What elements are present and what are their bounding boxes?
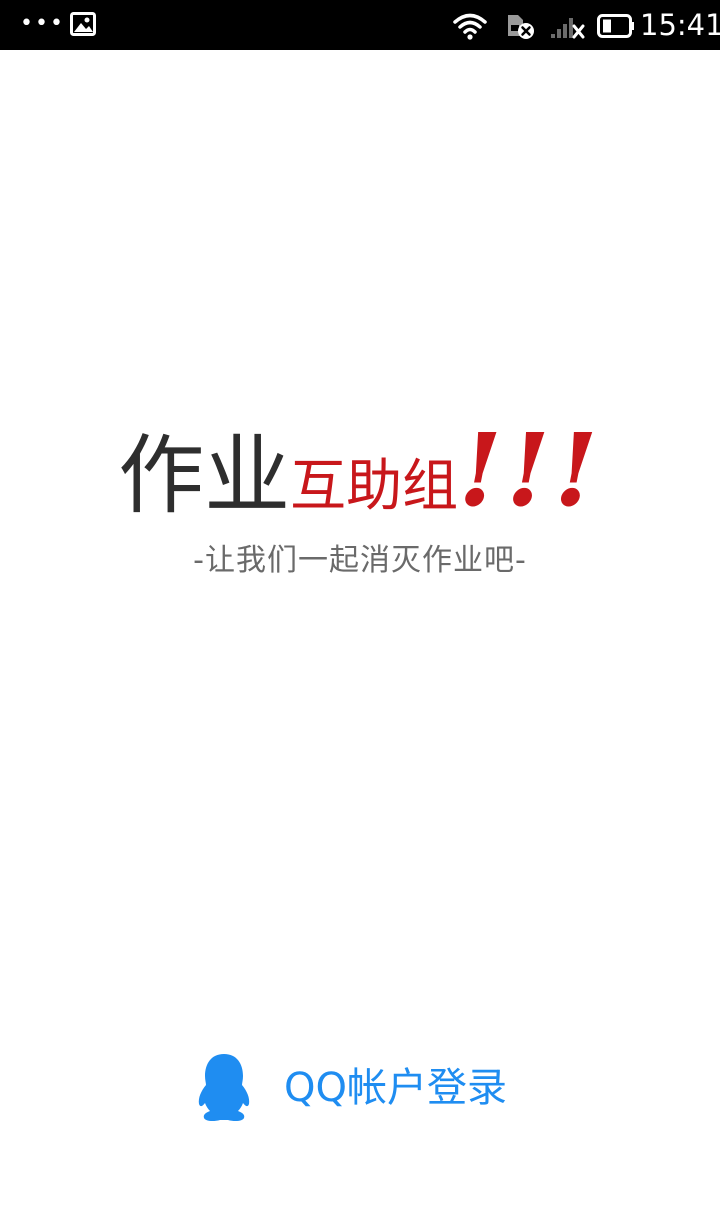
clock-time: 15:41	[640, 8, 720, 42]
logo-title-part1: 作业	[118, 426, 291, 526]
logo-title-part2: 互助组	[290, 454, 459, 519]
signal-no-service-icon	[551, 18, 585, 39]
wifi-icon	[453, 13, 487, 40]
app-slogan: -让我们一起消灭作业吧-	[193, 543, 527, 578]
sim-error-icon	[508, 15, 534, 39]
battery-icon	[597, 14, 634, 38]
status-bar: ••• 15:41	[0, 0, 720, 50]
qq-penguin-icon	[198, 1054, 250, 1122]
qq-login-button[interactable]: QQ帐户登录	[190, 1050, 530, 1130]
app-logo-title: 作业互助组!!!	[0, 405, 720, 530]
image-notification-icon	[70, 12, 96, 36]
more-dots-icon: •••	[20, 11, 65, 36]
qq-login-label[interactable]: QQ帐户登录	[284, 1064, 507, 1112]
logo-exclamations: !!!	[458, 411, 602, 529]
